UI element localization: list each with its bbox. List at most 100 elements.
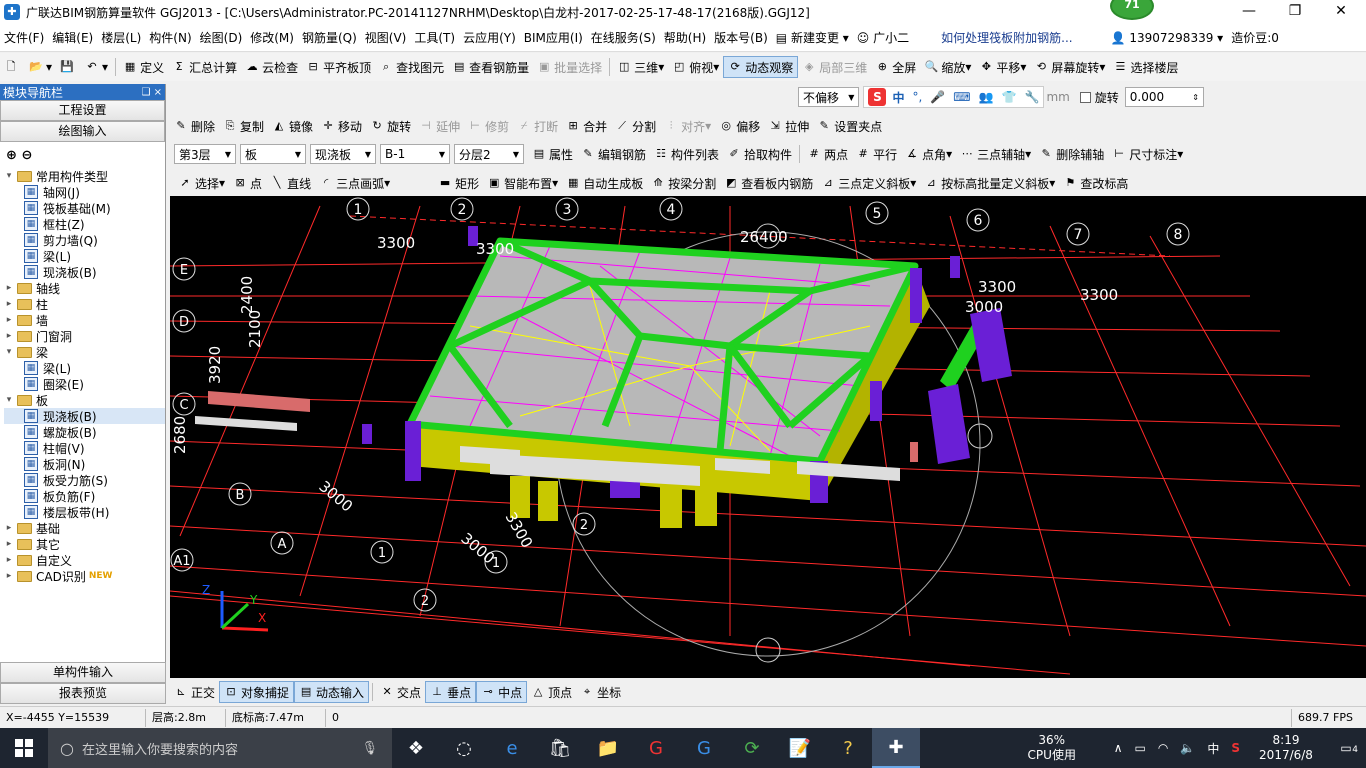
- tree-item[interactable]: ▸ 自定义: [4, 552, 165, 568]
- guang-xiao-er-button[interactable]: ☺ 广小二: [853, 29, 913, 46]
- tree-item[interactable]: ▦ 梁(L): [4, 248, 165, 264]
- layer-select[interactable]: 分层2 ▼: [454, 144, 524, 164]
- view3d-button[interactable]: ◫ 三维 ▾: [613, 56, 668, 78]
- set-grip-button[interactable]: ✎ 设置夹点: [813, 115, 886, 137]
- tree-item[interactable]: ▦ 板洞(N): [4, 456, 165, 472]
- tree-item[interactable]: ▸ 墙: [4, 312, 165, 328]
- vertex-toggle[interactable]: △ 顶点: [527, 681, 576, 703]
- auto-gen-button[interactable]: ▦ 自动生成板: [562, 172, 647, 194]
- ortho-toggle[interactable]: ⊾ 正交: [170, 681, 219, 703]
- batch-select-button[interactable]: ▣ 批量选择: [533, 56, 606, 78]
- tree-item[interactable]: ▸ 轴线: [4, 280, 165, 296]
- tree-item[interactable]: ▦ 现浇板(B): [4, 408, 165, 424]
- orbit-handle-bottom[interactable]: [755, 637, 781, 663]
- store-icon[interactable]: 🛍: [536, 728, 584, 768]
- menu-item[interactable]: 编辑(E): [48, 29, 97, 46]
- rotate-input[interactable]: 0.000 ⇕: [1124, 87, 1204, 107]
- menu-item[interactable]: BIM应用(I): [520, 29, 587, 46]
- expand-collapse-all[interactable]: ⊕ ⊖: [0, 142, 165, 168]
- zaojiadou-label[interactable]: 造价豆:0: [1227, 29, 1283, 46]
- edit-rebar-button[interactable]: ✎ 编辑钢筋: [577, 143, 650, 165]
- expand-icon[interactable]: ▸: [4, 539, 14, 549]
- tree-item[interactable]: ▾ 板: [4, 392, 165, 408]
- pick-comp-button[interactable]: ✐ 拾取构件: [723, 143, 796, 165]
- comp-list-button[interactable]: ☷ 构件列表: [650, 143, 723, 165]
- zoom-button[interactable]: 🔍 缩放 ▾: [920, 56, 975, 78]
- three-point-axis-button[interactable]: ⋯ 三点辅轴 ▾: [956, 143, 1035, 165]
- tree-item[interactable]: ▸ 门窗洞: [4, 328, 165, 344]
- tree-item[interactable]: ▾ 梁: [4, 344, 165, 360]
- screen-rotate-button[interactable]: ⟲ 屏幕旋转 ▾: [1030, 56, 1109, 78]
- file-explorer-icon[interactable]: 📁: [584, 728, 632, 768]
- menu-item[interactable]: 楼层(L): [97, 29, 145, 46]
- expand-icon[interactable]: ▸: [4, 283, 14, 293]
- taskbar-search[interactable]: ○ 在这里输入你要搜索的内容 🎙: [48, 728, 392, 768]
- property-button[interactable]: ▤ 属性: [528, 143, 577, 165]
- drawing-input-button[interactable]: 绘图输入: [0, 121, 165, 142]
- restore-button[interactable]: ❐: [1272, 0, 1318, 24]
- expand-icon[interactable]: ▸: [4, 315, 14, 325]
- microphone-icon[interactable]: 🎙: [361, 741, 378, 756]
- align-top-button[interactable]: ⊟ 平齐板顶: [302, 56, 375, 78]
- save-button[interactable]: 💾: [56, 56, 81, 78]
- smart-place-button[interactable]: ▣ 智能布置 ▾: [483, 172, 562, 194]
- tree-item[interactable]: ▦ 梁(L): [4, 360, 165, 376]
- merge-button[interactable]: ⊞ 合并: [562, 115, 611, 137]
- select-floor-button[interactable]: ☰ 选择楼层: [1109, 56, 1182, 78]
- expand-icon[interactable]: ▸: [4, 523, 14, 533]
- app-spiral-icon[interactable]: ◌: [440, 728, 488, 768]
- collapse-icon[interactable]: ▾: [4, 171, 14, 181]
- tree-item[interactable]: ▦ 柱帽(V): [4, 440, 165, 456]
- trim-button[interactable]: ⊢ 修剪: [464, 115, 513, 137]
- tree-item[interactable]: ▦ 板负筋(F): [4, 488, 165, 504]
- coordinate-toggle[interactable]: ⌖ 坐标: [576, 681, 625, 703]
- open-file-button[interactable]: 📂 ▾: [25, 56, 56, 78]
- delete-axis-button[interactable]: ✎ 删除辅轴: [1035, 143, 1108, 165]
- perpendicular-toggle[interactable]: ⊥ 垂点: [425, 681, 477, 703]
- volume-icon[interactable]: 🔈: [1180, 741, 1195, 755]
- notification-badge[interactable]: 71: [1110, 0, 1154, 20]
- ime-toolbar[interactable]: S 中 °, 🎤 ⌨ 👥 👕 🔧: [863, 86, 1045, 108]
- delete-button[interactable]: ✎ 删除: [170, 115, 219, 137]
- tree-item[interactable]: ▦ 现浇板(B): [4, 264, 165, 280]
- select-button[interactable]: ➚ 选择 ▾: [174, 172, 229, 194]
- component-name-select[interactable]: B-1 ▼: [380, 144, 450, 164]
- full-screen-button[interactable]: ⊕ 全屏: [871, 56, 920, 78]
- tree-item[interactable]: ▦ 板受力筋(S): [4, 472, 165, 488]
- account-button[interactable]: 👤 13907298339 ▾: [1107, 31, 1228, 45]
- rotate-checkbox[interactable]: [1079, 91, 1091, 103]
- dyn-input-toggle[interactable]: ▤ 动态输入: [294, 681, 370, 703]
- line-button[interactable]: ╲ 直线: [266, 172, 315, 194]
- find-elem-button[interactable]: ⌕ 查找图元: [375, 56, 448, 78]
- type-select[interactable]: 现浇板 ▼: [310, 144, 376, 164]
- model-3d-view[interactable]: 1 2 3 4 5 67 8EDCBA1A1212 3300 3300264003300300…: [170, 196, 1366, 678]
- expand-icon[interactable]: ▸: [4, 299, 14, 309]
- expand-icon[interactable]: ▸: [4, 555, 14, 565]
- cloud-check-button[interactable]: ☁ 云检查: [241, 56, 302, 78]
- tree-item[interactable]: ▸ 其它: [4, 536, 165, 552]
- network-icon[interactable]: ▭: [1135, 741, 1146, 755]
- slope3-button[interactable]: ⊿ 三点定义斜板 ▾: [817, 172, 920, 194]
- check-elev-button[interactable]: ⚑ 查改标高: [1059, 172, 1132, 194]
- obj-snap-toggle[interactable]: ⊡ 对象捕捉: [219, 681, 295, 703]
- tree-item[interactable]: ▸ CAD识别 NEW: [4, 568, 165, 584]
- question-link[interactable]: 如何处理筏板附加钢筋...: [937, 29, 1076, 46]
- copy-button[interactable]: ⎘ 复制: [219, 115, 268, 137]
- glodon-blue-icon[interactable]: G: [680, 728, 728, 768]
- tray-chevron-icon[interactable]: ∧: [1114, 741, 1123, 755]
- arc3-button[interactable]: ◜ 三点画弧 ▾: [315, 172, 394, 194]
- mirror-button[interactable]: ◭ 镜像: [268, 115, 317, 137]
- help-app-icon[interactable]: ?: [824, 728, 872, 768]
- tree-item[interactable]: ▸ 柱: [4, 296, 165, 312]
- move-button[interactable]: ✛ 移动: [317, 115, 366, 137]
- floor-select[interactable]: 第3层 ▼: [174, 144, 236, 164]
- dim-button[interactable]: ⊢ 尺寸标注 ▾: [1108, 143, 1187, 165]
- offset-button[interactable]: ◎ 偏移: [715, 115, 764, 137]
- point-angle-button[interactable]: ∡ 点角 ▾: [901, 143, 956, 165]
- tree-item[interactable]: ▦ 轴网(J): [4, 184, 165, 200]
- tree-item[interactable]: ▦ 楼层板带(H): [4, 504, 165, 520]
- wifi-icon[interactable]: ◠: [1158, 741, 1168, 755]
- dynamic-view-button[interactable]: ⟳ 动态观察: [723, 56, 799, 78]
- project-settings-button[interactable]: 工程设置: [0, 100, 165, 121]
- cpu-usage[interactable]: 36% CPU使用: [1010, 733, 1094, 763]
